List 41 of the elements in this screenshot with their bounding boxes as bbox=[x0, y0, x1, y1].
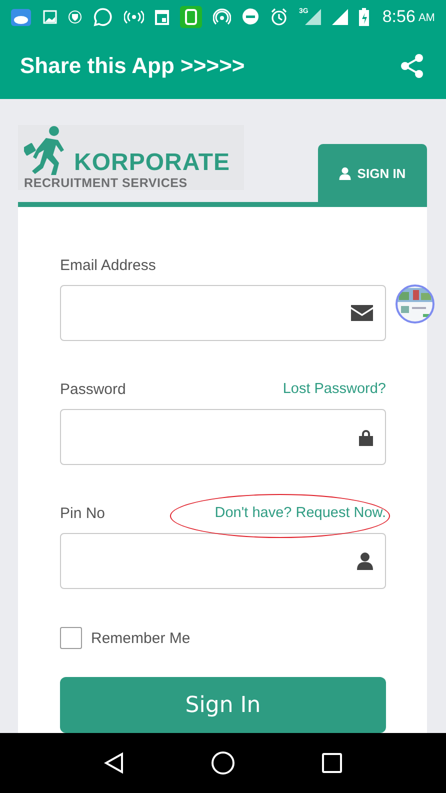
lock-icon bbox=[359, 428, 373, 446]
recents-icon bbox=[322, 753, 342, 773]
home-button[interactable] bbox=[210, 751, 235, 775]
remember-checkbox[interactable] bbox=[60, 627, 82, 649]
broadcast-icon bbox=[124, 10, 144, 24]
battery-icon bbox=[359, 8, 370, 26]
signal-icon bbox=[332, 8, 348, 24]
clock-period: AM bbox=[418, 12, 435, 24]
clock-time: 8:56 bbox=[382, 6, 416, 26]
input-field[interactable] bbox=[60, 285, 386, 341]
sign-in-button[interactable]: Sign In bbox=[60, 677, 386, 733]
field-link[interactable]: Lost Password? bbox=[282, 381, 386, 397]
envelope-icon bbox=[351, 305, 373, 321]
input-field[interactable] bbox=[60, 533, 386, 589]
recents-button[interactable] bbox=[322, 753, 342, 773]
field-label: Password bbox=[60, 380, 126, 398]
user-icon bbox=[339, 166, 352, 180]
alarm-icon bbox=[270, 8, 288, 26]
field-label: Email Address bbox=[60, 256, 156, 274]
checkbox-label: Remember Me bbox=[91, 630, 190, 646]
sign-in-tab[interactable]: SIGN IN bbox=[318, 144, 427, 202]
input-field[interactable] bbox=[60, 409, 386, 465]
calendar-icon bbox=[155, 8, 169, 24]
user-icon bbox=[357, 552, 373, 570]
share-button[interactable] bbox=[400, 53, 424, 79]
chat-icon bbox=[93, 6, 113, 26]
shield-icon bbox=[68, 10, 82, 24]
field-label: Pin No bbox=[60, 504, 106, 522]
hotspot-icon bbox=[213, 8, 231, 26]
back-button[interactable] bbox=[104, 752, 124, 774]
share-icon bbox=[400, 53, 424, 79]
app-icon bbox=[180, 6, 202, 28]
back-icon bbox=[104, 752, 124, 774]
cloud-app-icon bbox=[10, 6, 32, 26]
brand-tagline: RECRUITMENT SERVICES bbox=[24, 176, 188, 190]
image-icon bbox=[43, 10, 57, 24]
do-not-disturb-icon bbox=[242, 8, 259, 25]
field-link[interactable]: Don't have? Request Now. bbox=[214, 505, 386, 521]
app-bar-title: Share this App >>>>> bbox=[20, 53, 245, 79]
home-icon bbox=[210, 751, 235, 775]
brand-name: KORPORATE bbox=[74, 151, 230, 175]
